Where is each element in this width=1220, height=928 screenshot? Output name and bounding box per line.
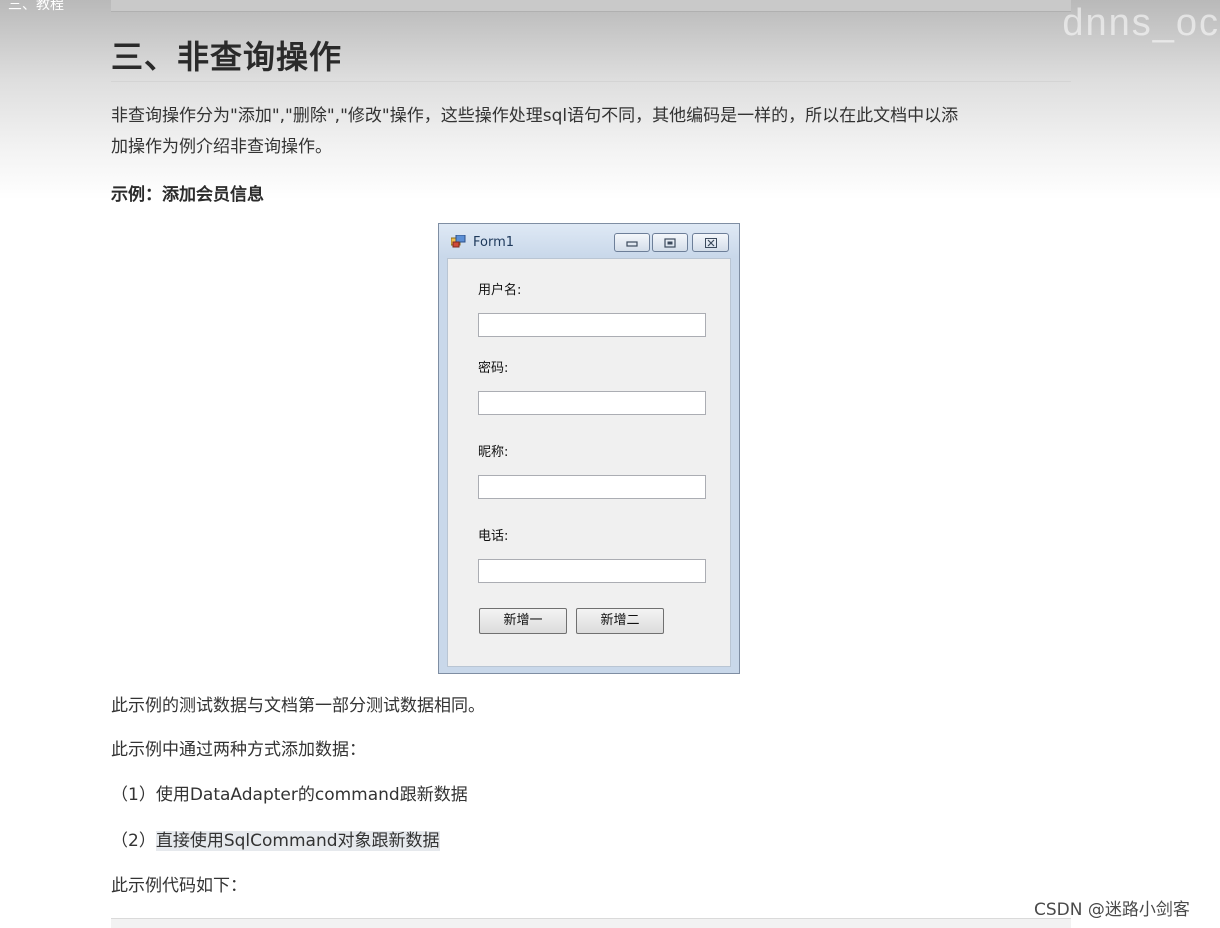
watermark-text: dnns_oc	[1062, 2, 1220, 44]
list-item-2-highlighted-text: 直接使用SqlCommand对象跟新数据	[155, 831, 440, 851]
paragraph-code-intro: 此示例代码如下：	[111, 876, 247, 896]
paragraph-two-ways: 此示例中通过两种方式添加数据：	[111, 740, 366, 760]
intro-line-1: 非查询操作分为"添加","删除","修改"操作，这些操作处理sql语句不同，其他…	[111, 106, 959, 126]
list-item-2: （2）直接使用SqlCommand对象跟新数据	[111, 826, 1061, 857]
form-titlebar: Form1	[439, 224, 739, 257]
nickname-label: 昵称:	[478, 445, 509, 460]
top-left-text: 三、教程	[8, 0, 64, 13]
previous-code-box-bottom	[111, 0, 1071, 12]
phone-field[interactable]	[478, 559, 706, 583]
csdn-credit: CSDN @迷路小剑客	[1034, 900, 1190, 920]
example-title: 示例：添加会员信息	[111, 185, 264, 205]
list-item-1: （1）使用DataAdapter的command跟新数据	[111, 785, 468, 805]
form-window-screenshot: Form1 用户名: 密码: 昵称: 电话: 新增一 新增二	[438, 223, 740, 674]
maximize-icon	[664, 238, 676, 248]
maximize-button[interactable]	[652, 233, 688, 252]
paragraph-test-data: 此示例的测试数据与文档第一部分测试数据相同。	[111, 696, 485, 716]
form-title: Form1	[473, 235, 515, 250]
username-label: 用户名:	[478, 283, 522, 298]
username-field[interactable]	[478, 313, 706, 337]
minimize-button[interactable]	[614, 233, 650, 252]
phone-label: 电话:	[478, 529, 509, 544]
nickname-field[interactable]	[478, 475, 706, 499]
close-button[interactable]	[692, 233, 729, 252]
minimize-icon	[626, 241, 638, 247]
list-item-2-prefix: （2）	[111, 831, 156, 851]
password-field[interactable]	[478, 391, 706, 415]
windows-form-icon	[451, 235, 466, 248]
form-client-area: 用户名: 密码: 昵称: 电话: 新增一 新增二	[447, 258, 731, 667]
password-label: 密码:	[478, 361, 509, 376]
section-heading: 三、非查询操作	[111, 38, 343, 76]
add-two-button[interactable]: 新增二	[576, 608, 664, 634]
intro-line-2: 加操作为例介绍非查询操作。	[111, 137, 332, 157]
add-one-button[interactable]: 新增一	[479, 608, 567, 634]
close-icon	[704, 238, 717, 248]
heading-divider	[111, 81, 1071, 82]
top-shade	[0, 0, 1220, 200]
